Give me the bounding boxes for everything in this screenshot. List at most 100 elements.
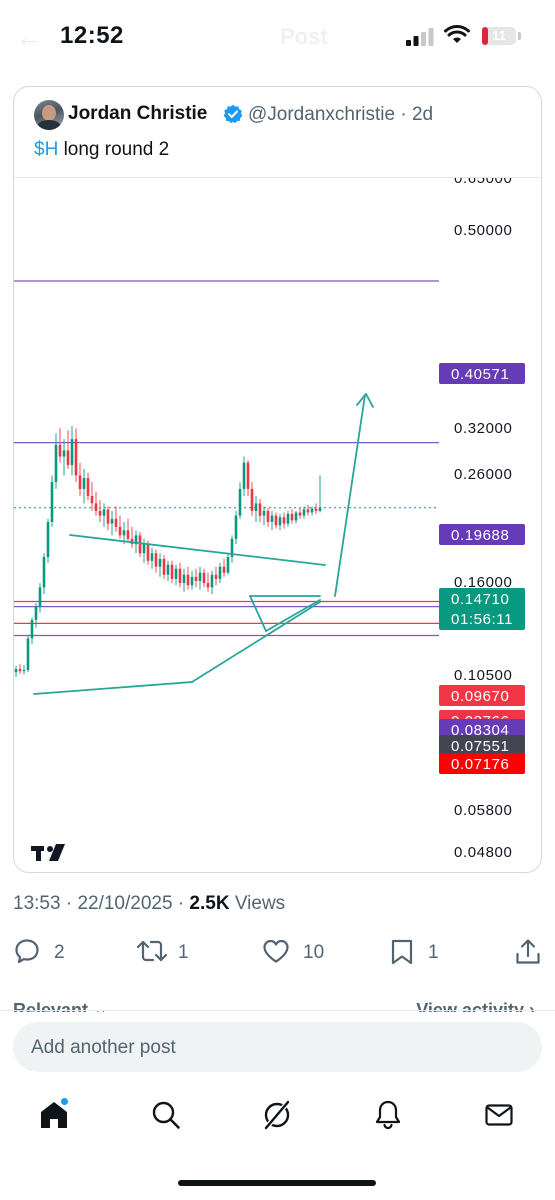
candle: [114, 518, 118, 527]
candle: [82, 478, 86, 489]
candle: [90, 496, 94, 504]
avatar[interactable]: [34, 100, 64, 130]
like-button[interactable]: 10: [262, 938, 332, 968]
grok-icon[interactable]: [261, 1099, 293, 1131]
candle: [210, 574, 214, 588]
candle: [206, 583, 210, 588]
resistance-trendline: [69, 534, 326, 566]
support-trendline: [33, 681, 193, 695]
header-title: Post: [280, 24, 328, 49]
action-bar: 2 1 10 1: [0, 930, 555, 976]
reply-button[interactable]: 2: [14, 938, 74, 968]
repost-button[interactable]: 1: [136, 938, 196, 968]
notifications-bell-icon[interactable]: [372, 1099, 404, 1131]
candle: [306, 509, 310, 513]
price-tag-label: 0.14710: [451, 591, 509, 608]
candle: [94, 503, 98, 511]
candle: [254, 503, 258, 511]
author-handle-time[interactable]: @Jordanxchristie · 2d: [248, 104, 433, 126]
bookmark-button[interactable]: 1: [390, 938, 445, 968]
price-axis-label: 0.05800: [454, 802, 512, 819]
author-name[interactable]: Jordan Christie: [68, 103, 207, 125]
candle: [142, 544, 146, 554]
reply-icon: [15, 939, 39, 964]
tradingview-logo: [31, 844, 65, 861]
bookmark-icon: [391, 939, 413, 965]
reply-input[interactable]: Add another post: [13, 1022, 542, 1072]
price-axis-label: 0.04800: [454, 844, 512, 861]
candle: [74, 439, 78, 476]
candle: [126, 530, 130, 539]
post-timestamp: 13:53 · 22/10/2025 · 2.5K Views: [13, 893, 286, 914]
candle: [262, 510, 266, 516]
status-bar: ← Post 12:52 11: [0, 0, 555, 72]
candle: [34, 606, 38, 620]
candle: [266, 510, 270, 522]
target-arrow: [334, 394, 366, 597]
candle: [22, 669, 26, 672]
candle: [294, 512, 298, 521]
candle: [238, 488, 242, 516]
candle: [62, 450, 66, 457]
candle: [50, 482, 54, 522]
candle: [186, 574, 190, 586]
candle: [118, 526, 122, 536]
candle: [154, 553, 158, 567]
bookmark-count: 1: [428, 942, 439, 963]
views-count: 2.5K: [189, 893, 230, 914]
price-axis-label: 0.10500: [454, 667, 512, 684]
quoted-post-card[interactable]: Jordan Christie @Jordanxchristie · 2d $H…: [13, 86, 542, 873]
share-button[interactable]: [514, 938, 542, 968]
candle: [242, 462, 246, 489]
cashtag-link[interactable]: $H: [34, 139, 58, 160]
price-chart[interactable]: 0.65000 0.50000 0.32000 0.26000 0.16000 0.105…: [14, 177, 541, 872]
candle: [46, 522, 50, 557]
candle: [102, 509, 106, 516]
candle: [274, 515, 278, 526]
candle: [270, 515, 274, 522]
candle: [182, 574, 186, 584]
candle: [138, 535, 142, 554]
candle: [110, 518, 114, 524]
home-indicator: [178, 1180, 376, 1186]
share-icon: [516, 939, 540, 964]
repost-icon: [136, 940, 168, 962]
price-axis-label: 0.65000: [454, 178, 512, 187]
candle: [170, 564, 174, 579]
messages-envelope-icon[interactable]: [483, 1099, 515, 1131]
battery-percent: 11: [492, 28, 506, 43]
candle: [98, 510, 102, 516]
candle: [14, 669, 18, 673]
candle: [318, 507, 322, 511]
rising-trendline: [191, 601, 321, 683]
countdown-label: 01:56:11: [451, 611, 513, 628]
candle: [302, 509, 306, 516]
candle: [190, 576, 194, 586]
candle: [314, 508, 318, 511]
candle: [298, 512, 302, 516]
candle: [54, 444, 58, 482]
candle: [278, 517, 282, 526]
candle: [70, 439, 74, 466]
candle: [178, 568, 182, 584]
cellular-signal-icon: [406, 28, 434, 46]
verified-badge-icon: [223, 104, 243, 124]
wifi-icon: [444, 25, 470, 43]
candle: [122, 530, 126, 536]
reply-placeholder: Add another post: [31, 1037, 176, 1058]
status-time: 12:52: [60, 22, 124, 49]
price-axis-label: 0.50000: [454, 222, 512, 239]
candle: [18, 669, 22, 672]
post-date: 22/10/2025: [77, 893, 173, 914]
search-icon[interactable]: [150, 1099, 182, 1131]
candle: [78, 475, 82, 489]
price-tag-label: 0.07551: [451, 738, 509, 755]
candle: [258, 503, 262, 516]
candle: [226, 557, 230, 573]
back-arrow-icon[interactable]: ←: [16, 22, 42, 53]
price-tag-label: 0.40571: [451, 366, 509, 383]
price-axis-label: 0.26000: [454, 466, 512, 483]
candle: [162, 558, 166, 575]
home-notification-dot: [60, 1097, 69, 1106]
candle: [30, 620, 34, 639]
